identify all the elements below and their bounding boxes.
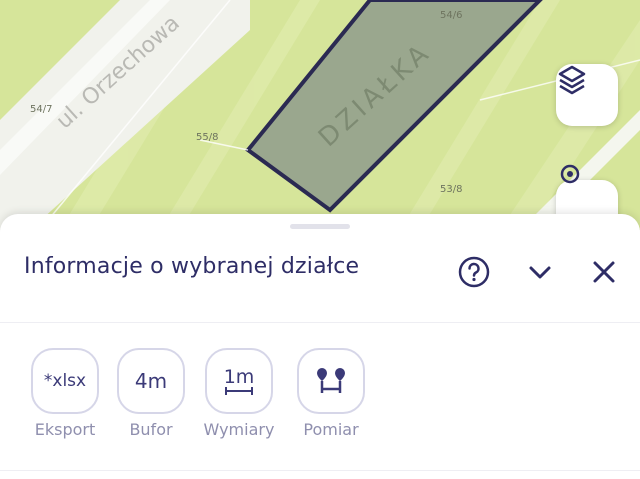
header-divider [0,322,640,323]
locate-icon [560,164,580,184]
layers-icon [558,65,586,95]
sheet-drag-handle[interactable] [290,224,350,229]
measure-button[interactable] [297,348,365,414]
sheet-title: Informacje o wybranej działce [24,254,360,279]
plot-number: 53/8 [440,184,463,195]
collapse-button[interactable] [520,252,560,292]
plot-number: 54/6 [440,10,463,21]
tools-row: *xlsx Eksport 4m Bufor 1m Wymiary Pomiar [0,348,640,448]
map-canvas[interactable] [0,0,640,230]
chevron-down-icon [529,266,551,279]
map-view[interactable]: ul. Orzechowa DZIAŁKA 54/6 54/7 55/8 53/… [0,0,640,230]
dimensions-icon: 1m [223,366,255,395]
dimensions-button[interactable]: 1m [205,348,273,414]
close-button[interactable] [584,252,624,292]
xlsx-icon: *xlsx [43,371,87,391]
tool-dimensions[interactable]: 1m Wymiary [194,348,284,439]
layers-button[interactable] [556,64,618,126]
tool-export[interactable]: *xlsx Eksport [20,348,110,439]
parcel-info-sheet: Informacje o wybranej działce *xlsx Eksp… [0,214,640,479]
help-button[interactable] [454,252,494,292]
tool-label: Wymiary [203,420,275,439]
measure-icon [317,368,345,393]
plot-number: 55/8 [196,132,219,143]
bottom-divider [0,470,640,471]
tool-label: Bufor [129,420,173,439]
tool-label: Eksport [34,420,96,439]
tool-label: Pomiar [303,420,359,439]
buffer-icon: 4m [134,369,168,393]
buffer-button[interactable]: 4m [117,348,185,414]
tool-measure[interactable]: Pomiar [286,348,376,439]
plot-number: 54/7 [30,104,53,115]
tool-buffer[interactable]: 4m Bufor [106,348,196,439]
export-button[interactable]: *xlsx [31,348,99,414]
close-icon [593,261,615,283]
help-circle-icon [458,256,490,288]
